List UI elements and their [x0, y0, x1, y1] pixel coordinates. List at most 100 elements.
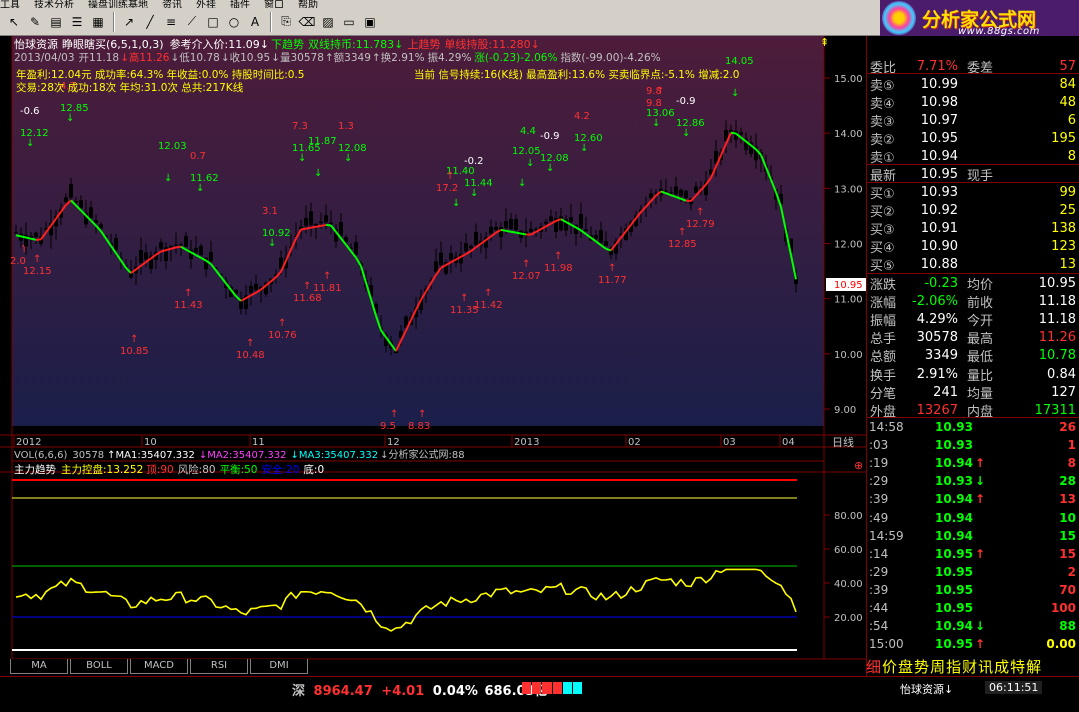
- sub-axis-label: 60.00: [834, 545, 863, 556]
- scroll-up-icon[interactable]: ⇞: [820, 36, 829, 49]
- func-tab-4[interactable]: 周: [930, 656, 945, 676]
- annotation-label: 10.76: [268, 330, 297, 341]
- func-tab-9[interactable]: 特: [1010, 656, 1025, 676]
- kline-candle: [529, 228, 533, 232]
- sub-chart-close-icon[interactable]: ⊕: [854, 459, 863, 472]
- buy-arrow-icon: ↑: [184, 288, 192, 299]
- chart-icon[interactable]: ▤: [46, 11, 66, 32]
- status-stock[interactable]: 怡球资源↓: [900, 681, 953, 697]
- erase-icon[interactable]: ⌫: [297, 11, 317, 32]
- func-tab-8[interactable]: 成: [994, 656, 1009, 676]
- kline-candle: [69, 184, 73, 198]
- tick-row: 14:58 10.93 26: [869, 420, 1076, 434]
- func-tab-5[interactable]: 指: [946, 656, 961, 676]
- copy-icon[interactable]: ⎘: [276, 11, 296, 32]
- kline-candle: [594, 235, 598, 239]
- time-axis-label: 2013: [514, 437, 539, 448]
- tick-row: :39 10.94 ↑ 13: [869, 492, 1076, 507]
- annotation-label: 1.3: [338, 121, 354, 132]
- kline-candle: [249, 286, 253, 293]
- kline-candle: [304, 217, 308, 226]
- annotation-label: 7.3: [292, 121, 308, 132]
- trend-line-segment: [175, 245, 182, 249]
- trend-line-segment: [305, 226, 312, 230]
- buy-arrow-icon: ↑: [303, 281, 311, 292]
- kline-candle: [184, 235, 188, 247]
- func-tab-10[interactable]: 解: [1026, 656, 1041, 676]
- func-tab-1[interactable]: 价: [882, 656, 897, 676]
- buy-arrow-icon: ↑: [656, 86, 664, 97]
- annotation-label: 9.8: [646, 98, 662, 109]
- func-tab-3[interactable]: 势: [914, 656, 929, 676]
- arrow-icon[interactable]: ↗: [119, 11, 139, 32]
- func-tab-2[interactable]: 盘: [898, 656, 913, 676]
- annotation-label: 11.42: [474, 300, 503, 311]
- stats-line-1: 年盈利:12.04元 成功率:64.3% 年收益:0.0% 持股时间比:0.5: [16, 68, 304, 81]
- trend-line-segment: [15, 234, 22, 238]
- time-axis-label: 02: [628, 437, 641, 448]
- tick-row: 14:59 10.94 15: [869, 528, 1076, 543]
- time-axis-label: 12: [387, 437, 400, 448]
- tab-boll[interactable]: BOLL: [70, 659, 128, 674]
- func-tab-7[interactable]: 讯: [978, 656, 993, 676]
- trend-line-segment: [170, 246, 177, 250]
- grid-icon[interactable]: ▦: [88, 11, 108, 32]
- rect-icon[interactable]: □: [203, 11, 223, 32]
- circle-icon[interactable]: ○: [224, 11, 244, 32]
- main-chart-background: [12, 36, 824, 426]
- kline-chart-area[interactable]: -0.6 12.12 ↓ 4.7 12.85 ↓ 12.03 ↓ 0.7 11.62 ↓ 3.1 10.…: [0, 36, 866, 676]
- quote-row: 分笔 241 均量 127: [870, 384, 1076, 402]
- text-icon[interactable]: ≡: [161, 11, 181, 32]
- monitor-icon[interactable]: ▭: [339, 11, 359, 32]
- trend-line-segment: [515, 231, 522, 235]
- kline-candle: [549, 216, 553, 221]
- sell-arrow-icon: ↓: [298, 153, 306, 164]
- status-market-index[interactable]: 深 8964.47 +4.01 0.04% 686.03亿: [292, 680, 548, 699]
- price-axis-label: 15.00: [834, 74, 863, 85]
- kline-candle: [499, 227, 503, 238]
- tab-dmi[interactable]: DMI: [250, 659, 308, 674]
- annotation-label: 11.43: [174, 300, 203, 311]
- kline-candle: [99, 224, 103, 229]
- price-axis-label: 11.00: [834, 295, 863, 306]
- sell-arrow-icon: ↓: [26, 138, 34, 149]
- period-label[interactable]: 日线: [832, 435, 854, 449]
- tab-ma[interactable]: MA: [10, 659, 68, 674]
- trend-line-segment: [520, 232, 527, 236]
- line-icon[interactable]: ╱: [140, 11, 160, 32]
- pointer-icon[interactable]: ↖: [4, 11, 24, 32]
- kline-candle: [319, 221, 323, 224]
- time-axis-label: 11: [252, 437, 265, 448]
- tab-rsi[interactable]: RSI: [190, 659, 248, 674]
- a-icon[interactable]: A: [245, 11, 265, 32]
- trend-line-segment: [300, 227, 307, 231]
- list-icon[interactable]: ☰: [67, 11, 87, 32]
- buy-arrow-icon: ↑: [608, 263, 616, 274]
- quote-row: 涨幅 -2.06% 前收 11.18: [870, 293, 1076, 311]
- func-tab-0[interactable]: 细: [866, 656, 881, 676]
- quote-row: 买② 10.92 25: [870, 202, 1076, 220]
- palette-icon[interactable]: ▨: [318, 11, 338, 32]
- func-tab-6[interactable]: 财: [962, 656, 977, 676]
- quote-row: 总手 30578 最高 11.26: [870, 330, 1076, 348]
- kline-candle: [34, 232, 38, 238]
- kline-candle: [464, 243, 468, 252]
- brand-logo: 分析家公式网 www.88gs.com: [880, 0, 1079, 37]
- sell-arrow-icon: ↓: [164, 173, 172, 184]
- annotation-label: 11.81: [313, 283, 342, 294]
- annotation-label: 12.07: [512, 271, 541, 282]
- annotation-label: 10.48: [236, 350, 265, 361]
- header-ohlc: 2013/04/03 开11.18↓高11.26↓低10.78↓收10.95↓量3…: [14, 51, 661, 64]
- trend-line-segment: [505, 229, 512, 233]
- annotation-label: 3.1: [262, 206, 278, 217]
- flower-logo-icon: [882, 1, 916, 35]
- chart-canvas[interactable]: -0.612.12↓4.712.85↓12.03↓0.711.62↓3.110.…: [0, 36, 866, 676]
- fork-icon[interactable]: ⟋: [182, 11, 202, 32]
- tab-macd[interactable]: MACD: [130, 659, 188, 674]
- quote-row: 最新 10.95 现手: [870, 166, 994, 184]
- tool-icon[interactable]: ✎: [25, 11, 45, 32]
- sell-arrow-icon: ↓: [682, 128, 690, 139]
- save-icon[interactable]: ▣: [360, 11, 380, 32]
- kline-candle: [14, 232, 18, 234]
- sell-arrow-icon: ↓: [652, 118, 660, 129]
